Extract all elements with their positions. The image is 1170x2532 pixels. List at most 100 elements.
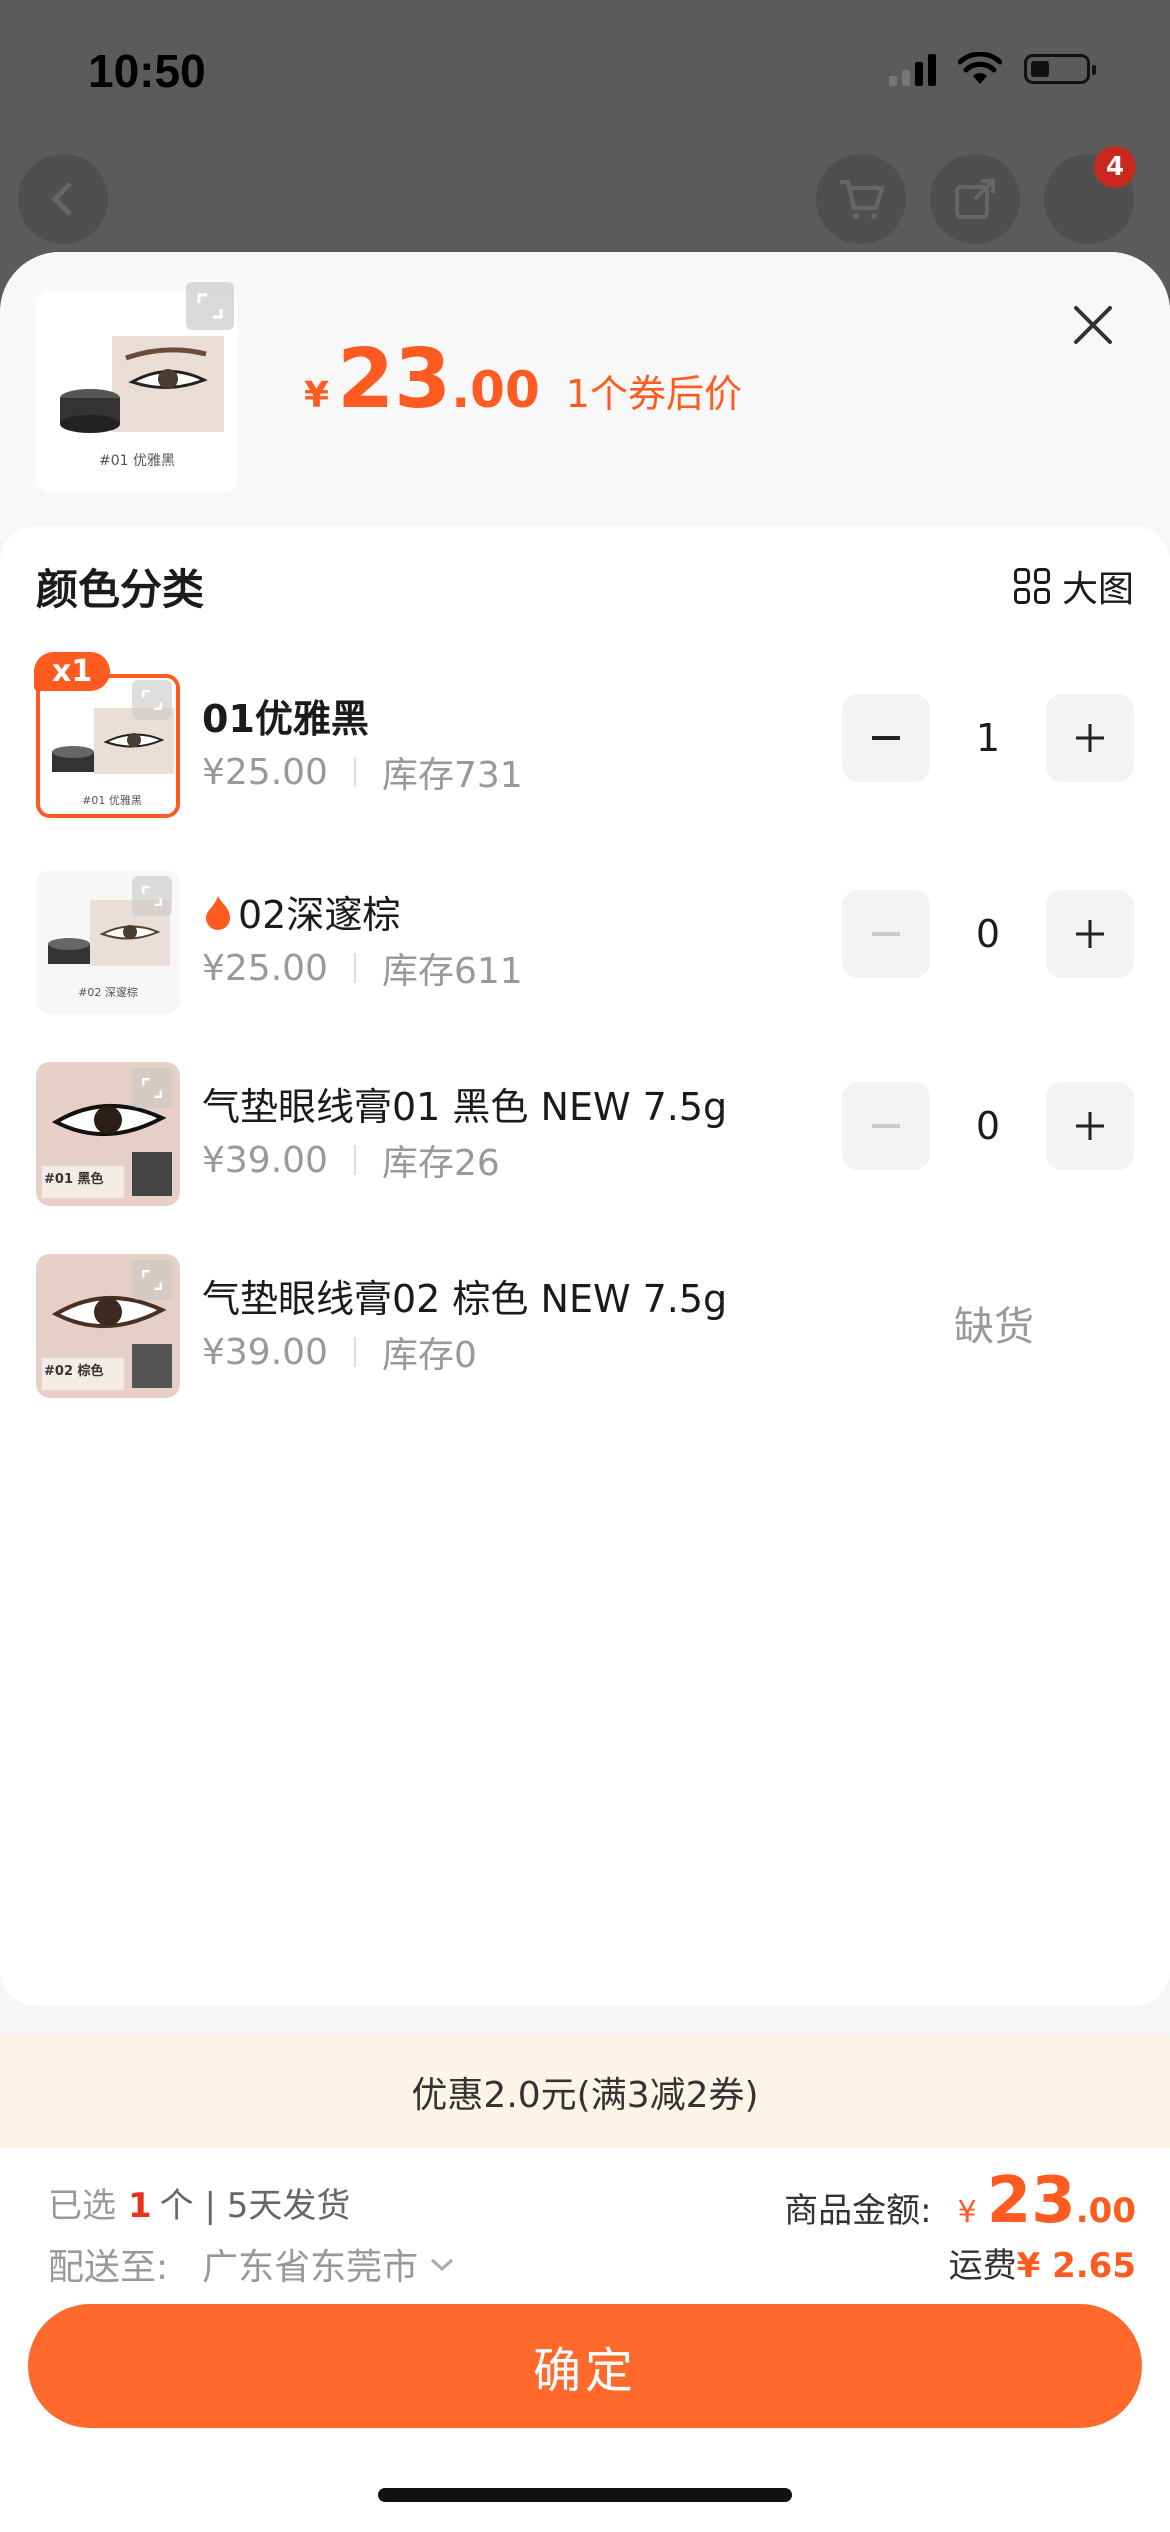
- promo-banner[interactable]: 优惠2.0元(满3减2券): [0, 2036, 1170, 2148]
- expand-image-icon[interactable]: [186, 282, 234, 330]
- big-image-toggle[interactable]: 大图: [1013, 560, 1134, 612]
- expand-image-icon[interactable]: [132, 1068, 172, 1108]
- checkout-footer: 已选 1 个 | 5天发货 配送至: 广东省东莞市 商品金额: ¥ 23 .00 运…: [0, 2148, 1170, 2532]
- status-icons: [889, 52, 1096, 86]
- delivery-time: | 5天发货: [204, 2186, 351, 2226]
- divider: [353, 1145, 356, 1175]
- subtotal-currency: ¥: [957, 2195, 977, 2230]
- expand-image-icon[interactable]: [132, 680, 172, 720]
- quantity-stepper: 0: [842, 1082, 1134, 1170]
- variant-meta: ¥39.00 库存0: [202, 1326, 477, 1378]
- plus-icon: [1076, 724, 1104, 752]
- variant-name: 气垫眼线膏02 棕色 NEW 7.5g: [202, 1277, 728, 1321]
- minus-icon: [872, 736, 900, 740]
- more-button[interactable]: 4: [1044, 146, 1136, 244]
- variant-name: 01优雅黑: [202, 697, 369, 741]
- subtotal-decimal: .00: [1075, 2191, 1136, 2231]
- decrease-button[interactable]: [842, 1082, 930, 1170]
- price-after-coupon-note: 1个券后价: [565, 372, 742, 416]
- shipping-fee: 运费¥ 2.65: [949, 2238, 1136, 2287]
- variant-meta: ¥25.00 库存731: [202, 746, 523, 798]
- selected-prefix: 已选: [48, 2186, 116, 2226]
- price-decimal: .00: [451, 361, 540, 419]
- expand-image-icon[interactable]: [132, 1260, 172, 1300]
- variant-item-03[interactable]: #01 黑色 气垫眼线膏01 黑色 NEW 7.5g ¥39.00 库存26 0: [36, 1062, 1134, 1208]
- price-integer: 23: [337, 332, 452, 427]
- ship-to-label: 配送至:: [48, 2247, 169, 2288]
- variant-item-04[interactable]: #02 棕色 气垫眼线膏02 棕色 NEW 7.5g ¥39.00 库存0 缺货: [36, 1254, 1134, 1400]
- status-time: 10:50: [88, 45, 206, 97]
- variant-stock: 库存26: [381, 1143, 500, 1184]
- variant-thumbnail-caption: #01 黑色: [44, 1172, 104, 1187]
- cellular-signal-icon: [889, 52, 936, 86]
- variant-price: ¥25.00: [202, 947, 328, 989]
- variant-price: ¥39.00: [202, 1139, 328, 1181]
- chevron-down-icon: [431, 2258, 454, 2272]
- sheet-header: #01 优雅黑 ¥ 23 .00 1个券后价: [0, 252, 1170, 542]
- cart-count-badge: 4: [1094, 146, 1136, 188]
- price-display: ¥ 23 .00 1个券后价: [304, 332, 742, 427]
- share-button[interactable]: [930, 154, 1020, 244]
- variant-meta: ¥39.00 库存26: [202, 1134, 500, 1186]
- selection-summary: 已选 1 个 | 5天发货: [48, 2178, 350, 2227]
- ship-to-value: 广东省东莞市: [202, 2247, 419, 2288]
- divider: [353, 953, 356, 983]
- back-button[interactable]: [18, 154, 108, 244]
- subtotal-integer: 23: [986, 2164, 1076, 2238]
- selected-suffix: 个: [159, 2186, 194, 2226]
- increase-button[interactable]: [1046, 890, 1134, 978]
- section-title: 颜色分类: [36, 565, 205, 614]
- selected-count: 1: [128, 2186, 152, 2226]
- variant-item-02[interactable]: #02 深邃棕 02深邃棕 ¥25.00 库存611 0: [36, 870, 1134, 1016]
- increase-button[interactable]: [1046, 1082, 1134, 1170]
- wifi-icon: [958, 52, 1002, 84]
- shipping-label: 运费: [948, 2246, 1017, 2286]
- variant-name: 02深邃棕: [238, 893, 401, 937]
- variant-stock: 库存611: [381, 951, 523, 992]
- quantity-value: 0: [975, 912, 1001, 956]
- quantity-stepper: 1: [842, 694, 1134, 782]
- plus-icon: [1076, 1112, 1104, 1140]
- decrease-button[interactable]: [842, 890, 930, 978]
- share-icon: [955, 179, 995, 219]
- variant-meta: ¥25.00 库存611: [202, 942, 523, 994]
- subtotal: 商品金额: ¥ 23 .00: [784, 2164, 1136, 2238]
- minus-icon: [872, 1124, 900, 1128]
- ship-to-selector[interactable]: 配送至: 广东省东莞市: [48, 2238, 456, 2290]
- quantity-value: 0: [975, 1104, 1001, 1148]
- close-icon[interactable]: [1068, 300, 1118, 350]
- variant-thumbnail-caption: #01 优雅黑: [82, 794, 142, 807]
- variant-price: ¥39.00: [202, 1331, 328, 1373]
- confirm-button[interactable]: 确定: [28, 2304, 1142, 2428]
- variant-stock: 库存731: [381, 755, 523, 796]
- quantity-stepper: 0: [842, 890, 1134, 978]
- big-image-label: 大图: [1061, 569, 1134, 610]
- status-bar: 10:50: [0, 0, 1170, 150]
- flame-icon: [206, 895, 230, 930]
- quantity-value: 1: [975, 716, 1001, 760]
- home-indicator: [378, 2488, 792, 2502]
- battery-icon: [1024, 54, 1096, 84]
- expand-image-icon[interactable]: [132, 876, 172, 916]
- cart-button[interactable]: [816, 154, 906, 244]
- selected-quantity-badge: x1: [34, 652, 111, 691]
- product-thumbnail-caption: #01 优雅黑: [99, 453, 175, 469]
- price-currency: ¥: [304, 375, 330, 416]
- variant-thumbnail-caption: #02 棕色: [44, 1364, 104, 1379]
- variant-price: ¥25.00: [202, 751, 328, 793]
- divider: [353, 1337, 356, 1367]
- variant-item-01[interactable]: #01 优雅黑 x1 01优雅黑 ¥25.00 库存731 1: [34, 652, 1134, 820]
- increase-button[interactable]: [1046, 694, 1134, 782]
- subtotal-label: 商品金额:: [784, 2191, 932, 2231]
- chevron-left-icon: [51, 182, 72, 216]
- decrease-button[interactable]: [842, 694, 930, 782]
- variant-name-row: 02深邃棕: [202, 884, 400, 939]
- minus-icon: [872, 932, 900, 936]
- shipping-value: ¥ 2.65: [1016, 2246, 1136, 2286]
- divider: [353, 757, 356, 787]
- variant-stock: 库存0: [381, 1335, 477, 1376]
- page-top-nav: 4: [0, 146, 1170, 260]
- grid-icon: [1013, 568, 1050, 604]
- cart-icon: [840, 180, 885, 219]
- variant-list-panel: 颜色分类 大图 #01 优雅黑 x1 01优雅黑 ¥25.00 库存731 1 …: [0, 526, 1170, 2006]
